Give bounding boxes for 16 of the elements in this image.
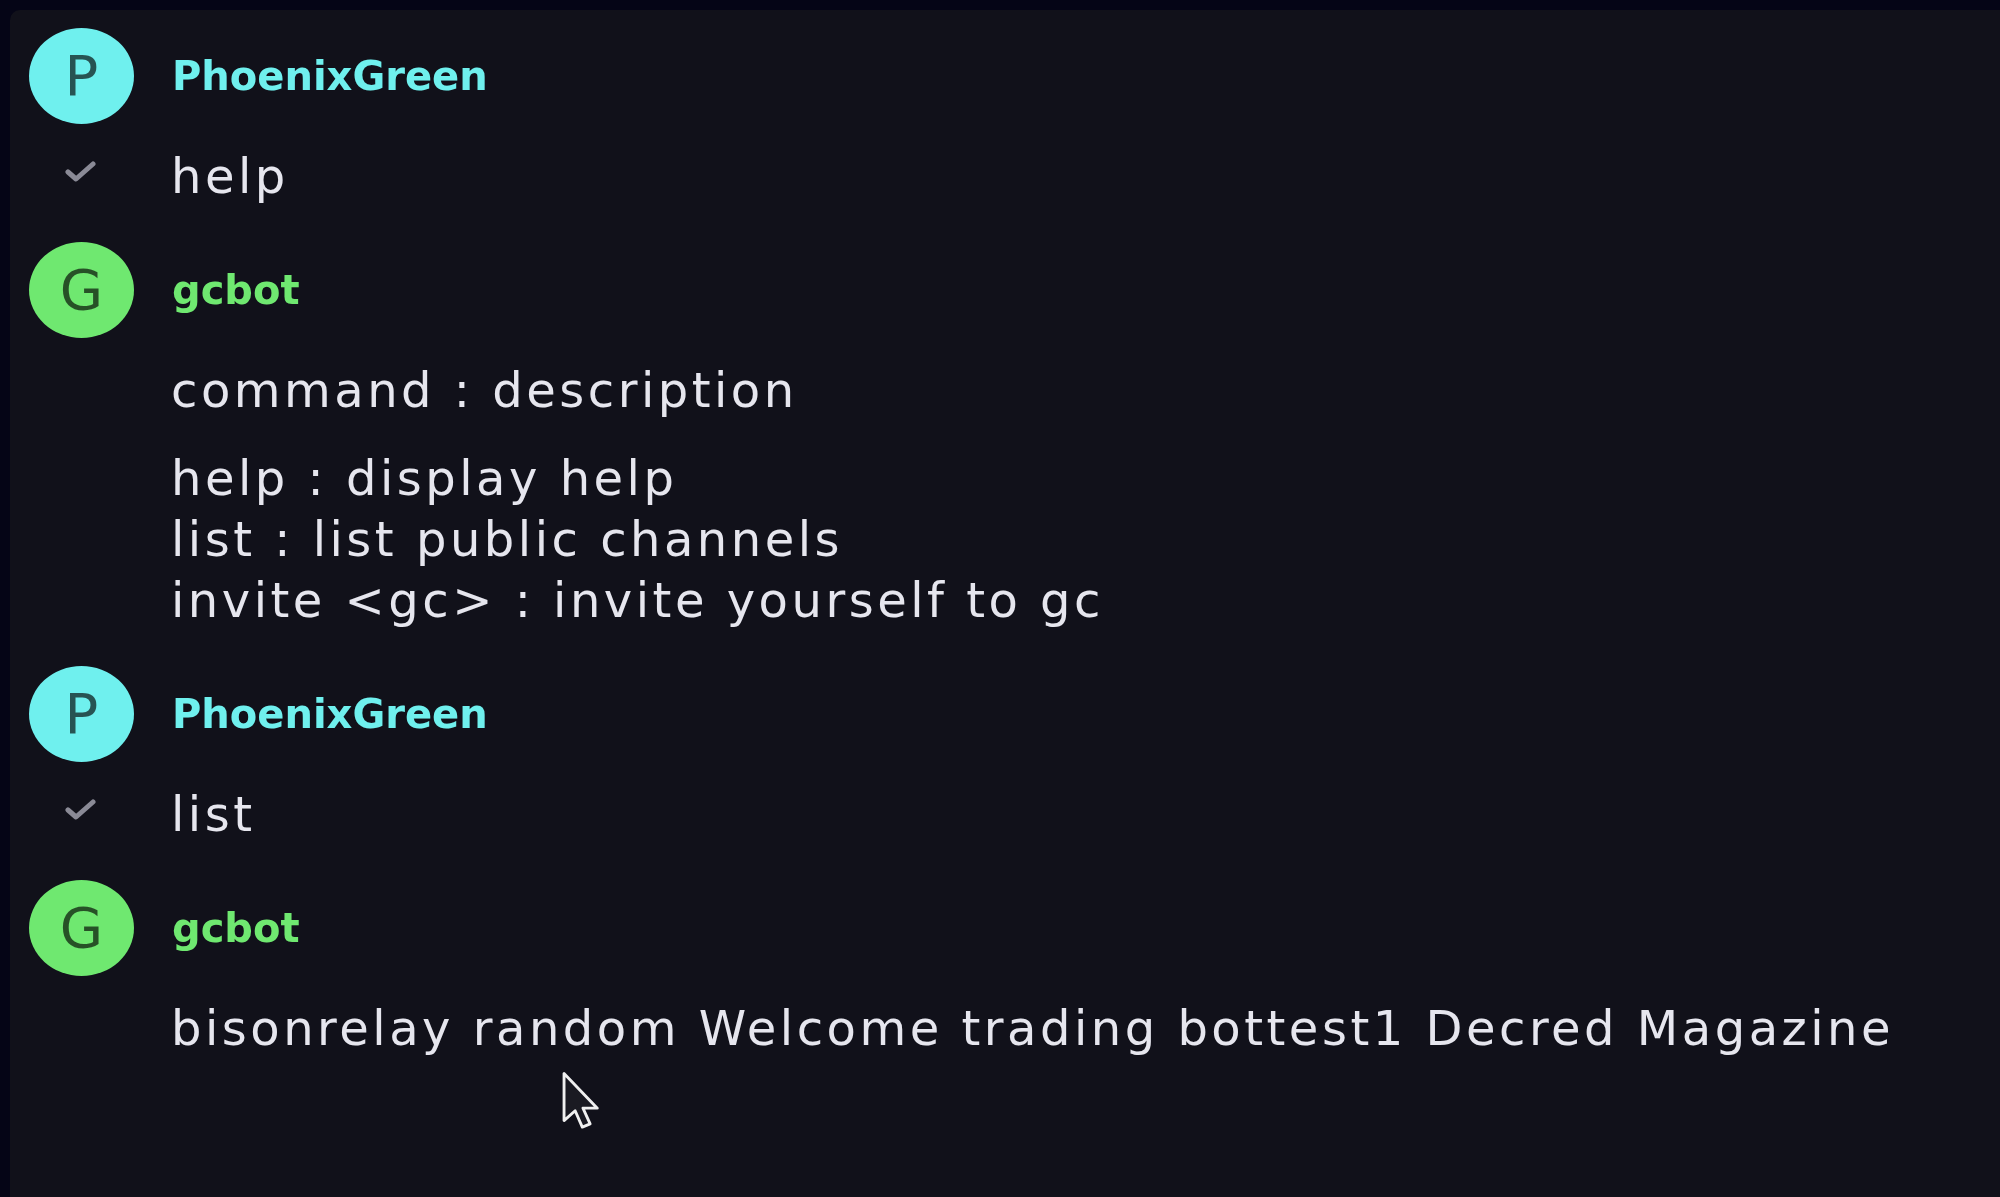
author-name: gcbot	[172, 266, 300, 314]
author-name: PhoenixGreen	[172, 52, 488, 100]
avatar: P	[29, 666, 134, 762]
message-text: list	[171, 785, 256, 844]
avatar: P	[29, 28, 134, 124]
mouse-pointer-icon	[561, 1071, 601, 1131]
message-text: help	[171, 147, 289, 206]
author-name: PhoenixGreen	[172, 690, 488, 738]
avatar: G	[29, 242, 134, 338]
message-text: list : list public channels	[171, 510, 845, 569]
author-name: gcbot	[172, 904, 300, 952]
message-text: bisonrelay random Welcome trading bottest1 Decred Magazine	[171, 999, 1895, 1058]
message-text: help : display help	[171, 449, 679, 508]
message-text: command : description	[171, 361, 799, 420]
message-text: invite <gc> : invite yourself to gc	[171, 571, 1104, 630]
avatar: G	[29, 880, 134, 976]
